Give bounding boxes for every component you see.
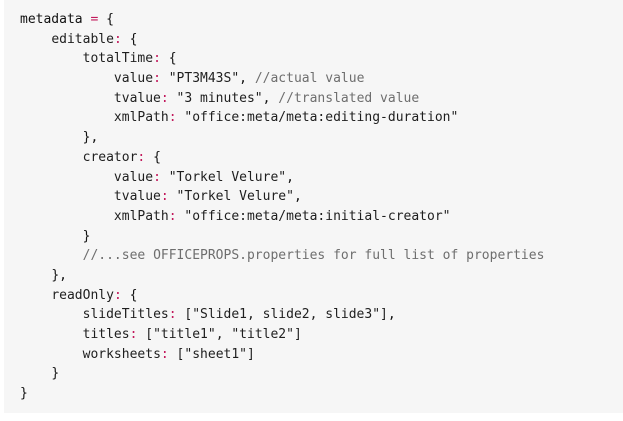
code-line: value: "Torkel Velure", (20, 168, 623, 188)
code-token-prop: editable (51, 31, 114, 47)
code-token-comment: //actual value (254, 71, 365, 87)
code-token-string: ["sheet1"] (168, 346, 255, 362)
code-line: creator: { (20, 148, 623, 168)
code-line: }, (20, 266, 623, 286)
code-line: editable: { (20, 30, 623, 50)
code-token-prop: slideTitles (82, 307, 169, 323)
code-token-string: "office:meta/meta:initial-creator" (176, 208, 451, 224)
code-line: value: "PT3M43S", //actual value (20, 69, 623, 89)
code-token-colon: : (153, 169, 161, 185)
code-line: } (20, 364, 623, 384)
code-token-prop: tvalue (113, 90, 161, 106)
code-block: metadata = { editable: { totalTime: { va… (4, 0, 623, 413)
code-token-prop: creator (82, 149, 138, 165)
code-token-prop: xmlPath (113, 110, 169, 126)
code-token-colon: : (160, 346, 169, 362)
code-token-plain: } (20, 386, 28, 402)
code-token-plain: { (145, 149, 161, 165)
code-token-colon: : (168, 307, 177, 323)
code-line: readOnly: { (20, 286, 623, 306)
code-line: xmlPath: "office:meta/meta:initial-creat… (20, 207, 623, 227)
code-token-colon: : (160, 90, 169, 106)
code-token-colon: : (113, 287, 122, 303)
code-token-colon: : (168, 110, 177, 126)
code-token-plain: { (121, 287, 138, 303)
code-token-string: "Torkel Velure" (168, 189, 294, 205)
code-token-colon: : (113, 31, 122, 47)
code-token-comment: //translated value (278, 90, 420, 106)
code-token-colon: : (153, 51, 161, 67)
code-token-prop: value (113, 71, 154, 87)
code-line: titles: ["title1", "title2"] (20, 325, 623, 345)
code-line: //...see OFFICEPROPS.properties for full… (20, 246, 623, 266)
code-line: }, (20, 128, 623, 148)
code-token-prop: readOnly (51, 287, 114, 303)
code-token-string: "PT3M43S" (160, 71, 240, 87)
code-token-plain: , (239, 71, 255, 87)
code-token-colon: : (168, 208, 177, 224)
code-line: } (20, 384, 623, 404)
code-token-plain: , (262, 90, 279, 106)
code-line: tvalue: "Torkel Velure", (20, 187, 623, 207)
code-line: slideTitles: ["Slide1, slide2, slide3"], (20, 305, 623, 325)
code-token-prop: tvalue (113, 189, 161, 205)
code-token-plain: { (121, 31, 138, 47)
code-token-plain: }, (51, 267, 67, 283)
code-token-plain: } (82, 228, 91, 244)
code-token-string: ["Slide1, slide2, slide3"] (176, 307, 388, 323)
code-token-prop: value (113, 169, 154, 185)
code-line: metadata = { (20, 10, 623, 30)
code-token-string: "3 minutes" (168, 90, 263, 106)
code-line: tvalue: "3 minutes", //translated value (20, 89, 623, 109)
code-token-plain: { (160, 51, 177, 67)
code-token-plain: , (286, 169, 294, 185)
code-line: totalTime: { (20, 49, 623, 69)
code-token-string: "Torkel Velure" (160, 169, 287, 185)
code-token-colon: : (153, 71, 161, 87)
code-token-comment: //...see OFFICEPROPS.properties for full… (82, 248, 545, 264)
code-token-plain: metadata (20, 12, 91, 27)
code-token-string: "office:meta/meta:editing-duration" (176, 110, 459, 126)
code-line: xmlPath: "office:meta/meta:editing-durat… (20, 108, 623, 128)
code-line: worksheets: ["sheet1"] (20, 345, 623, 365)
code-token-prop: totalTime (82, 51, 154, 67)
code-token-prop: xmlPath (113, 208, 169, 224)
code-token-plain: , (293, 189, 302, 205)
code-token-plain: }, (82, 130, 99, 146)
code-token-colon: : (160, 189, 169, 205)
code-token-prop: titles (82, 327, 130, 342)
code-token-string: ["title1", "title2"] (137, 327, 302, 342)
code-token-plain: { (98, 12, 114, 27)
code-line: } (20, 227, 623, 247)
code-token-plain: , (387, 307, 396, 323)
code-token-plain: } (51, 366, 60, 382)
code-token-prop: worksheets (82, 346, 161, 362)
